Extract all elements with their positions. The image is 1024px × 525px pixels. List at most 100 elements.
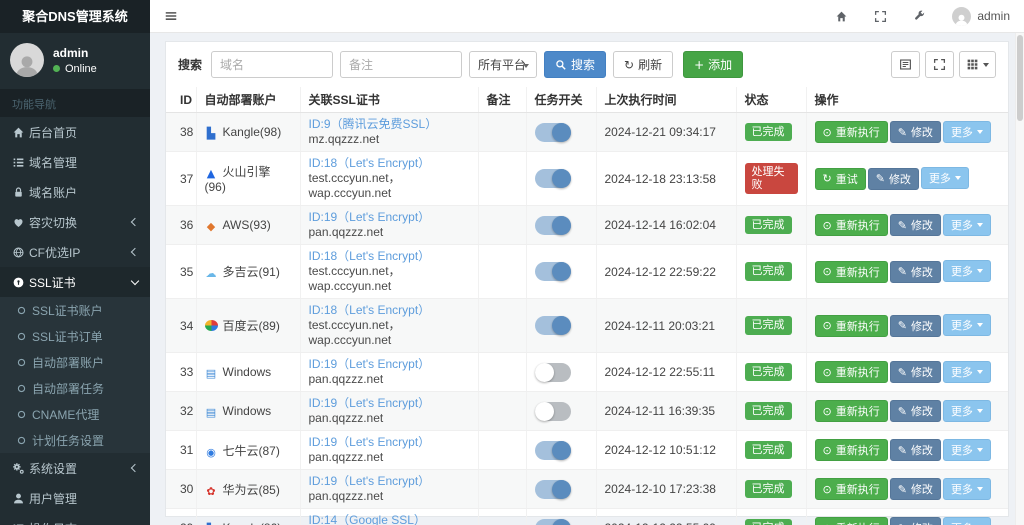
sidebar-item-cf-ip[interactable]: CF优选IP — [0, 237, 150, 267]
edit-button[interactable]: ✎修改 — [889, 121, 941, 144]
note-cell — [477, 298, 526, 353]
edit-button[interactable]: ✎修改 — [889, 314, 941, 337]
sidebar-item-op-logs[interactable]: 操作日志 — [0, 513, 150, 525]
last-run-time: 2024-12-11 20:03:21 — [595, 298, 736, 353]
chevron-down-icon — [130, 276, 140, 285]
ssl-cert-link[interactable]: ID:19（Let's Encrypt） — [309, 474, 470, 489]
ssl-cert-link[interactable]: ID:9（腾讯云免费SSL） — [309, 117, 470, 132]
re-execute-button[interactable]: ⊙重新执行 — [814, 260, 888, 283]
circle-o-icon — [16, 383, 32, 394]
sidebar-item-ssl-accounts[interactable]: SSL证书账户 — [0, 297, 150, 323]
re-execute-button[interactable]: ⊙重新执行 — [814, 439, 888, 462]
edit-button[interactable]: ✎修改 — [889, 361, 941, 384]
re-execute-button[interactable]: ⊙重新执行 — [814, 314, 888, 337]
sidebar-item-cname-proxy[interactable]: CNAME代理 — [0, 401, 150, 427]
table-row: 35 ☁ 多吉云(91) ID:18（Let's Encrypt） test.cc… — [166, 244, 1008, 299]
more-button[interactable]: 更多 — [942, 477, 991, 500]
task-toggle[interactable] — [534, 518, 571, 525]
sidebar-item-deploy-tasks[interactable]: 自动部署任务 — [0, 375, 150, 401]
edit-button[interactable]: ✎修改 — [889, 439, 941, 462]
sidebar-item-cron-settings[interactable]: 计划任务设置 — [0, 427, 150, 453]
platform-icon: ▤ — [205, 406, 217, 419]
edit-button[interactable]: ✎修改 — [889, 517, 941, 525]
sidebar-item-dashboard[interactable]: 后台首页 — [0, 117, 150, 147]
page-scrollbar[interactable] — [1015, 33, 1024, 525]
avatar — [952, 6, 972, 26]
task-toggle[interactable] — [534, 479, 571, 499]
edit-icon: ✎ — [897, 319, 907, 333]
re-execute-button[interactable]: ⊙重新执行 — [814, 121, 888, 144]
columns-button[interactable] — [959, 51, 996, 78]
sidebar-item-deploy-accounts[interactable]: 自动部署账户 — [0, 349, 150, 375]
status-badge: 已完成 — [744, 215, 792, 235]
sidebar-item-ssl-orders[interactable]: SSL证书订单 — [0, 323, 150, 349]
re-execute-button[interactable]: ⊙重新执行 — [814, 214, 888, 237]
user-icon — [12, 492, 29, 505]
more-button[interactable]: 更多 — [942, 314, 991, 337]
note-cell — [477, 112, 526, 152]
task-toggle[interactable] — [534, 440, 571, 460]
sidebar-item-ssl-cert[interactable]: SSL证书 — [0, 267, 150, 297]
detail-view-button[interactable] — [891, 51, 920, 78]
re-execute-button[interactable]: ↻ 重试 — [814, 167, 866, 190]
ssl-cert-link[interactable]: ID:18（Let's Encrypt） — [309, 249, 470, 264]
more-button[interactable]: 更多 — [942, 360, 991, 383]
platform-icon — [204, 320, 218, 331]
re-execute-button[interactable]: ⊙重新执行 — [814, 517, 888, 525]
add-button[interactable]: + 添加 — [683, 51, 744, 78]
edit-button[interactable]: ✎修改 — [889, 400, 941, 423]
task-toggle[interactable] — [534, 169, 571, 188]
re-execute-button[interactable]: ⊙重新执行 — [814, 400, 888, 423]
sidebar-item-domain-manage[interactable]: 域名管理 — [0, 147, 150, 177]
task-toggle[interactable] — [534, 122, 571, 142]
note-cell — [477, 508, 526, 525]
ssl-cert-link[interactable]: ID:18（Let's Encrypt） — [309, 156, 470, 171]
re-execute-button[interactable]: ⊙重新执行 — [814, 361, 888, 384]
more-button[interactable]: 更多 — [942, 399, 991, 422]
hamburger-menu-icon[interactable] — [164, 9, 178, 23]
task-toggle[interactable] — [534, 262, 571, 281]
ssl-cert-link[interactable]: ID:14（Google SSL） — [309, 513, 470, 525]
refresh-icon: ↻ — [624, 57, 635, 72]
more-button[interactable]: 更多 — [942, 260, 991, 283]
task-toggle[interactable] — [534, 316, 571, 335]
sidebar-item-system-settings[interactable]: 系统设置 — [0, 453, 150, 483]
ssl-cert-link[interactable]: ID:19（Let's Encrypt） — [309, 435, 470, 450]
search-button[interactable]: 搜索 — [544, 51, 607, 78]
sidebar-item-user-manage[interactable]: 用户管理 — [0, 483, 150, 513]
edit-button[interactable]: ✎修改 — [889, 214, 941, 237]
deploy-account-cell: 百度云(89) — [195, 298, 300, 353]
edit-button[interactable]: ✎修改 — [889, 260, 941, 283]
sidebar-item-failover[interactable]: 容灾切换 — [0, 207, 150, 237]
more-button[interactable]: 更多 — [920, 167, 969, 190]
play-circle-icon: ⊙ — [822, 218, 832, 232]
more-button[interactable]: 更多 — [942, 516, 991, 525]
refresh-button[interactable]: ↻ 刷新 — [613, 51, 674, 78]
fullscreen-icon[interactable] — [874, 10, 887, 23]
task-toggle[interactable] — [534, 401, 571, 421]
ssl-cert-link[interactable]: ID:19（Let's Encrypt） — [309, 357, 470, 372]
edit-button[interactable]: ✎修改 — [889, 478, 941, 501]
account-label: AWS(93) — [222, 218, 271, 232]
ssl-cert-link[interactable]: ID:18（Let's Encrypt） — [309, 303, 470, 318]
home-icon[interactable] — [835, 10, 848, 23]
platform-select[interactable]: 所有平台 — [469, 51, 538, 78]
more-button[interactable]: 更多 — [942, 120, 991, 143]
edit-button[interactable]: ✎修改 — [867, 167, 919, 190]
task-toggle[interactable] — [534, 215, 571, 235]
ssl-cert-link[interactable]: ID:19（Let's Encrypt） — [309, 210, 470, 225]
domain-search-input[interactable] — [211, 51, 334, 78]
wrench-icon[interactable] — [913, 10, 926, 23]
circle-o-icon — [16, 331, 32, 342]
ssl-submenu: SSL证书账户 SSL证书订单 自动部署账户 自动部署任务 CNAME代理 计划… — [0, 297, 150, 453]
more-button[interactable]: 更多 — [942, 438, 991, 461]
user-menu[interactable]: admin — [952, 6, 1010, 26]
ssl-cert-link[interactable]: ID:19（Let's Encrypt） — [309, 396, 470, 411]
scrollbar-thumb[interactable] — [1017, 35, 1023, 121]
fullscreen-table-button[interactable] — [925, 51, 954, 78]
re-execute-button[interactable]: ⊙重新执行 — [814, 478, 888, 501]
note-search-input[interactable] — [340, 51, 463, 78]
task-toggle[interactable] — [534, 362, 571, 382]
more-button[interactable]: 更多 — [942, 213, 991, 236]
sidebar-item-domain-account[interactable]: 域名账户 — [0, 177, 150, 207]
